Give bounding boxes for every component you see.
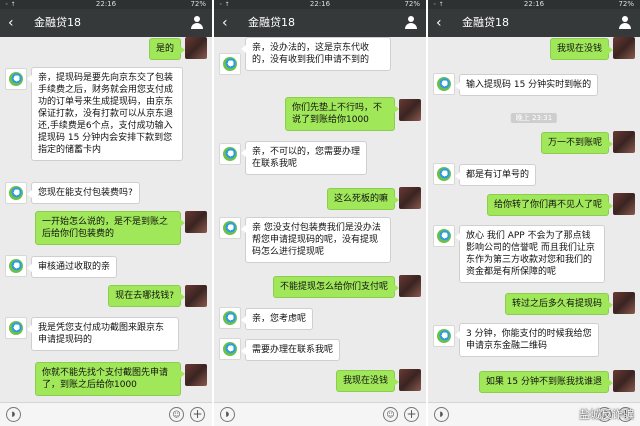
message-bubble-incoming[interactable]: 亲，您考虑呢	[240, 308, 314, 330]
my-avatar[interactable]	[399, 99, 421, 121]
message-bubble-outgoing[interactable]: 是的	[148, 38, 186, 60]
person-icon[interactable]	[619, 16, 631, 30]
my-avatar[interactable]	[613, 292, 635, 314]
message-bubble-outgoing[interactable]: 我现在没钱	[335, 370, 400, 392]
battery-level: 72%	[618, 0, 634, 8]
status-time: 22:16	[523, 0, 545, 8]
contact-name: 金融贷18	[462, 16, 509, 29]
contact-avatar[interactable]	[219, 143, 241, 165]
my-avatar[interactable]	[613, 370, 635, 392]
voice-icon[interactable]: ◗	[6, 407, 21, 422]
my-avatar[interactable]	[185, 211, 207, 233]
my-avatar[interactable]	[613, 131, 635, 153]
status-indicators: ◦ ↑	[5, 1, 16, 8]
contact-name: 金融贷18	[34, 16, 81, 29]
message-bubble-incoming[interactable]: 亲，不可以的，您需要办理在联系我呢	[241, 141, 367, 175]
message-bubble-outgoing[interactable]: 我现在没钱	[549, 38, 614, 60]
status-bar: ◦ ↑ 22:16 72%	[428, 0, 640, 9]
message-bubble-outgoing[interactable]: 给你转了你们再不见人了呢	[486, 194, 614, 216]
message-bubble-incoming[interactable]: 亲 您没支付包装费我们是没办法帮您申请提现码的呢，没有提现码怎么进行提现呢	[241, 217, 391, 263]
message-bubble-outgoing[interactable]: 你们先垫上不行吗，不说了到账给你1000	[285, 97, 399, 131]
chat-screen-1: ◦ ↑ 22:16 72% ‹ 金融贷18 是的 亲，提现码是要先向京东交了包装…	[0, 0, 212, 426]
emoji-icon[interactable]: ☺	[383, 407, 398, 422]
my-avatar[interactable]	[185, 364, 207, 386]
status-indicators: ◦ ↑	[219, 1, 230, 8]
chat-screen-2: ◦ ↑ 22:16 72% ‹ 金融贷18 亲，没办法的，这是京东代收的，没有收…	[214, 0, 426, 426]
message-bubble-incoming[interactable]: 输入提现码 15 分钟实时到帐的	[454, 74, 599, 96]
plus-icon[interactable]: +	[404, 407, 419, 422]
contact-name: 金融贷18	[248, 16, 295, 29]
message-list[interactable]: 亲，没办法的，这是京东代收的，没有收到我们申请不到的 你们先垫上不行吗，不说了到…	[214, 37, 426, 402]
status-time: 22:16	[309, 0, 331, 8]
contact-avatar[interactable]	[5, 317, 27, 339]
contact-avatar[interactable]	[5, 68, 27, 90]
message-bubble-incoming[interactable]: 都是有订单号的	[454, 164, 537, 186]
chat-header: ‹ 金融贷18	[428, 9, 640, 37]
message-bubble-incoming[interactable]: 您现在能支付包装费吗?	[27, 182, 140, 204]
back-icon[interactable]: ‹	[222, 14, 228, 32]
message-bubble-incoming[interactable]: 放心 我们 APP 不会为了那点钱影响公司的信誉呢 而且我们让京东作为第三方收款…	[455, 225, 605, 283]
message-bubble-outgoing[interactable]: 现在去哪找钱?	[108, 285, 185, 307]
contact-avatar[interactable]	[433, 163, 455, 185]
my-avatar[interactable]	[399, 275, 421, 297]
status-indicators: ◦ ↑	[433, 1, 444, 8]
contact-avatar[interactable]	[5, 182, 27, 204]
battery-level: 72%	[190, 0, 206, 8]
message-bubble-outgoing[interactable]: 一开始怎么说的，是不是到账之后给你们包装费的	[35, 211, 185, 245]
message-bubble-incoming[interactable]: 需要办理在联系我呢	[240, 339, 341, 361]
back-icon[interactable]: ‹	[436, 14, 442, 32]
message-bubble-outgoing[interactable]: 如果 15 分钟不到账我找谁退	[478, 371, 614, 393]
chat-screen-3: ◦ ↑ 22:16 72% ‹ 金融贷18 我现在没钱 输入提现码 15 分钟实…	[428, 0, 640, 426]
my-avatar[interactable]	[185, 37, 207, 59]
person-icon[interactable]	[405, 16, 417, 30]
message-bubble-outgoing[interactable]: 转过之后多久有提现码	[504, 293, 614, 315]
person-icon[interactable]	[191, 16, 203, 30]
contact-avatar[interactable]	[219, 338, 241, 360]
my-avatar[interactable]	[399, 369, 421, 391]
contact-avatar[interactable]	[433, 225, 455, 247]
watermark: 盐城反诈骗	[579, 408, 634, 421]
message-bubble-outgoing[interactable]: 万一不到账呢	[540, 132, 614, 154]
back-icon[interactable]: ‹	[8, 14, 14, 32]
status-bar: ◦ ↑ 22:16 72%	[214, 0, 426, 9]
message-bubble-outgoing[interactable]: 这么死板的嘛	[326, 188, 400, 210]
my-avatar[interactable]	[399, 187, 421, 209]
voice-icon[interactable]: ◗	[434, 407, 449, 422]
message-bubble-outgoing[interactable]: 你就不能先找个支付截图先申请了，到账之后给你1000	[35, 362, 185, 396]
message-bubble-outgoing[interactable]: 不能提现怎么给你们支付呢	[272, 276, 400, 298]
contact-avatar[interactable]	[5, 255, 27, 277]
message-list[interactable]: 我现在没钱 输入提现码 15 分钟实时到帐的 晚上 23:31 万一不到账呢 都…	[428, 37, 640, 402]
contact-avatar[interactable]	[433, 73, 455, 95]
input-toolbar: ◗ ☺ +	[214, 402, 426, 426]
my-avatar[interactable]	[613, 37, 635, 59]
battery-level: 72%	[404, 0, 420, 8]
message-bubble-incoming[interactable]: 亲，没办法的，这是京东代收的，没有收到我们申请不到的	[241, 37, 391, 71]
status-bar: ◦ ↑ 22:16 72%	[0, 0, 212, 9]
chat-header: ‹ 金融贷18	[214, 9, 426, 37]
contact-avatar[interactable]	[219, 217, 241, 239]
message-bubble-incoming[interactable]: 审核通过收取的亲	[26, 256, 118, 278]
plus-icon[interactable]: +	[190, 407, 205, 422]
contact-avatar[interactable]	[219, 53, 241, 75]
message-list[interactable]: 是的 亲，提现码是要先向京东交了包装手续费之后，财务就会用您支付成功的订单号来生…	[0, 37, 212, 402]
voice-icon[interactable]: ◗	[220, 407, 235, 422]
screenshot-collage: ◦ ↑ 22:16 72% ‹ 金融贷18 是的 亲，提现码是要先向京东交了包装…	[0, 0, 640, 426]
emoji-icon[interactable]: ☺	[169, 407, 184, 422]
message-bubble-incoming[interactable]: 3 分钟，你能支付的时候我给您申请京东金融二维码	[455, 323, 599, 357]
message-bubble-incoming[interactable]: 亲，提现码是要先向京东交了包装手续费之后，财务就会用您支付成功的订单号来生成提现…	[27, 67, 183, 161]
contact-avatar[interactable]	[219, 307, 241, 329]
message-bubble-incoming[interactable]: 我是凭您支付成功截图来跟京东申请提现码的	[27, 317, 179, 351]
my-avatar[interactable]	[613, 193, 635, 215]
contact-avatar[interactable]	[433, 325, 455, 347]
my-avatar[interactable]	[185, 285, 207, 307]
timestamp: 晚上 23:31	[510, 113, 558, 123]
input-toolbar: ◗ ☺ +	[0, 402, 212, 426]
chat-header: ‹ 金融贷18	[0, 9, 212, 37]
status-time: 22:16	[95, 0, 117, 8]
